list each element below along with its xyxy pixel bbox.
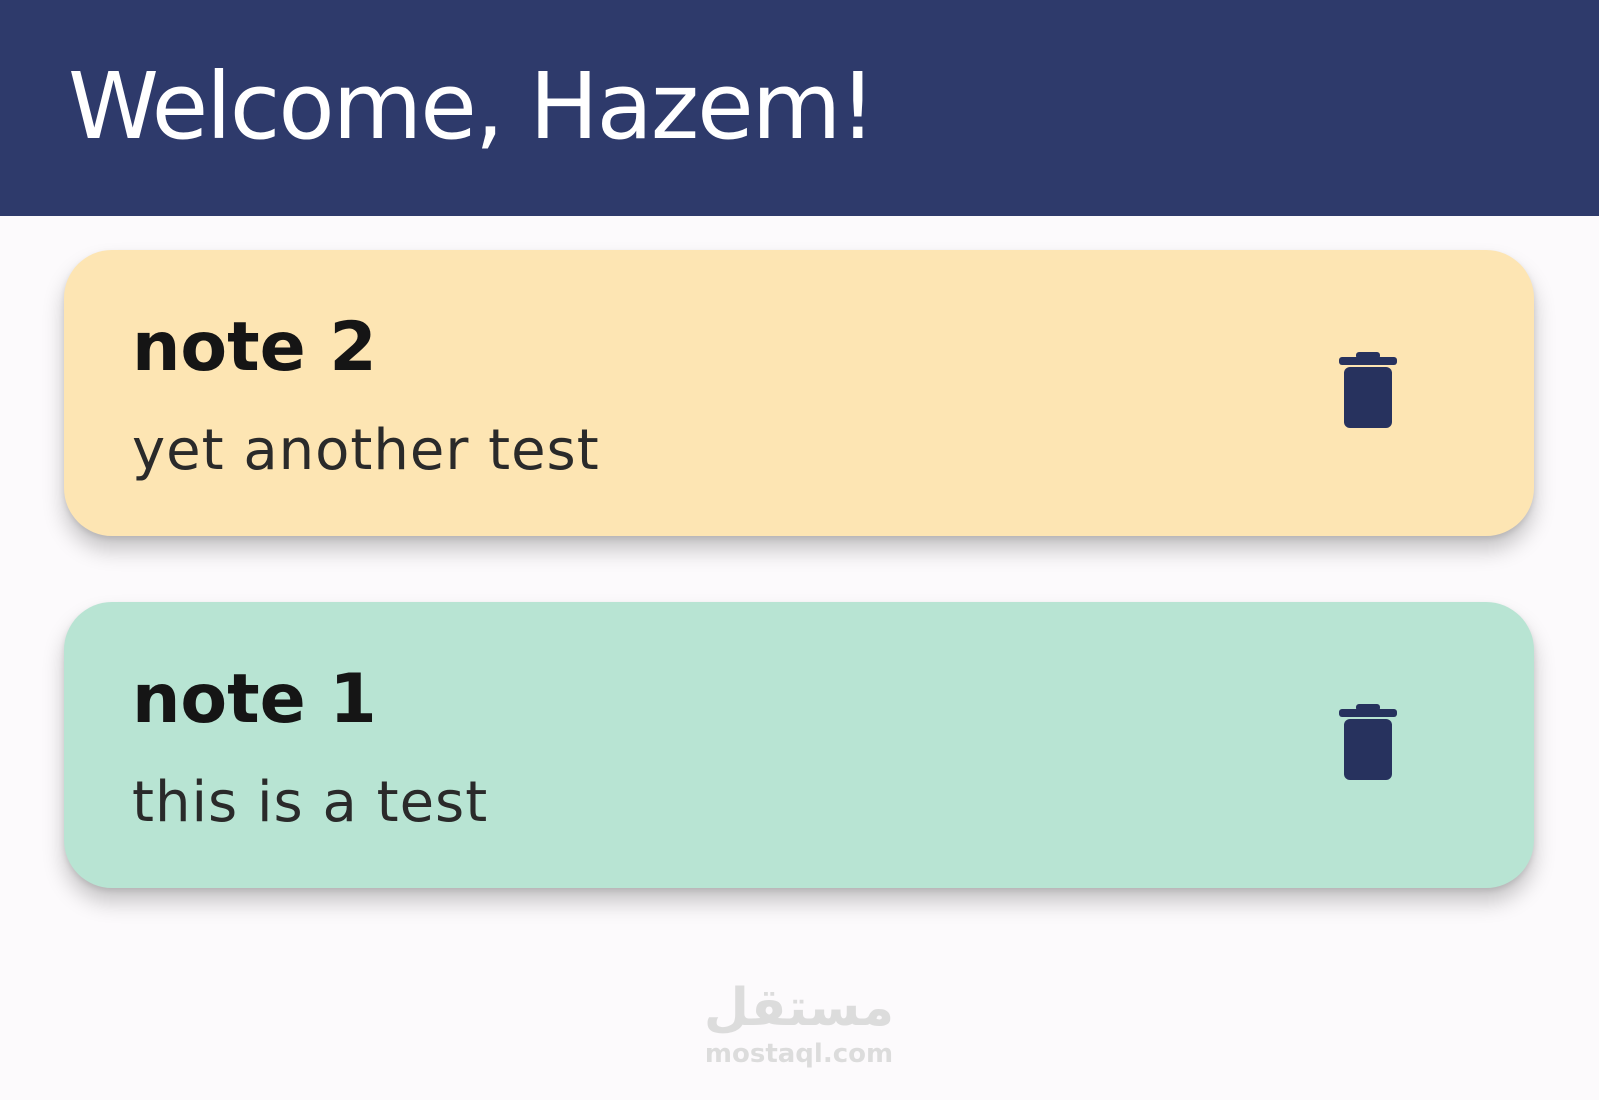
watermark: مستقل mostaql.com [700, 978, 898, 1070]
app-bar: Welcome, Hazem! [0, 0, 1599, 216]
trash-icon [1339, 704, 1397, 780]
welcome-title: Welcome, Hazem! [68, 53, 876, 160]
note-title: note 2 [132, 308, 377, 387]
delete-note-button[interactable] [1328, 342, 1408, 438]
note-card[interactable]: note 1 this is a test [64, 602, 1534, 888]
note-card[interactable]: note 2 yet another test [64, 250, 1534, 536]
note-title: note 1 [132, 660, 377, 739]
delete-note-button[interactable] [1328, 694, 1408, 790]
note-body: this is a test [132, 770, 489, 835]
note-body: yet another test [132, 418, 600, 483]
watermark-url: mostaql.com [704, 1039, 894, 1069]
trash-icon [1339, 352, 1397, 428]
watermark-logo: مستقل [703, 978, 895, 1038]
